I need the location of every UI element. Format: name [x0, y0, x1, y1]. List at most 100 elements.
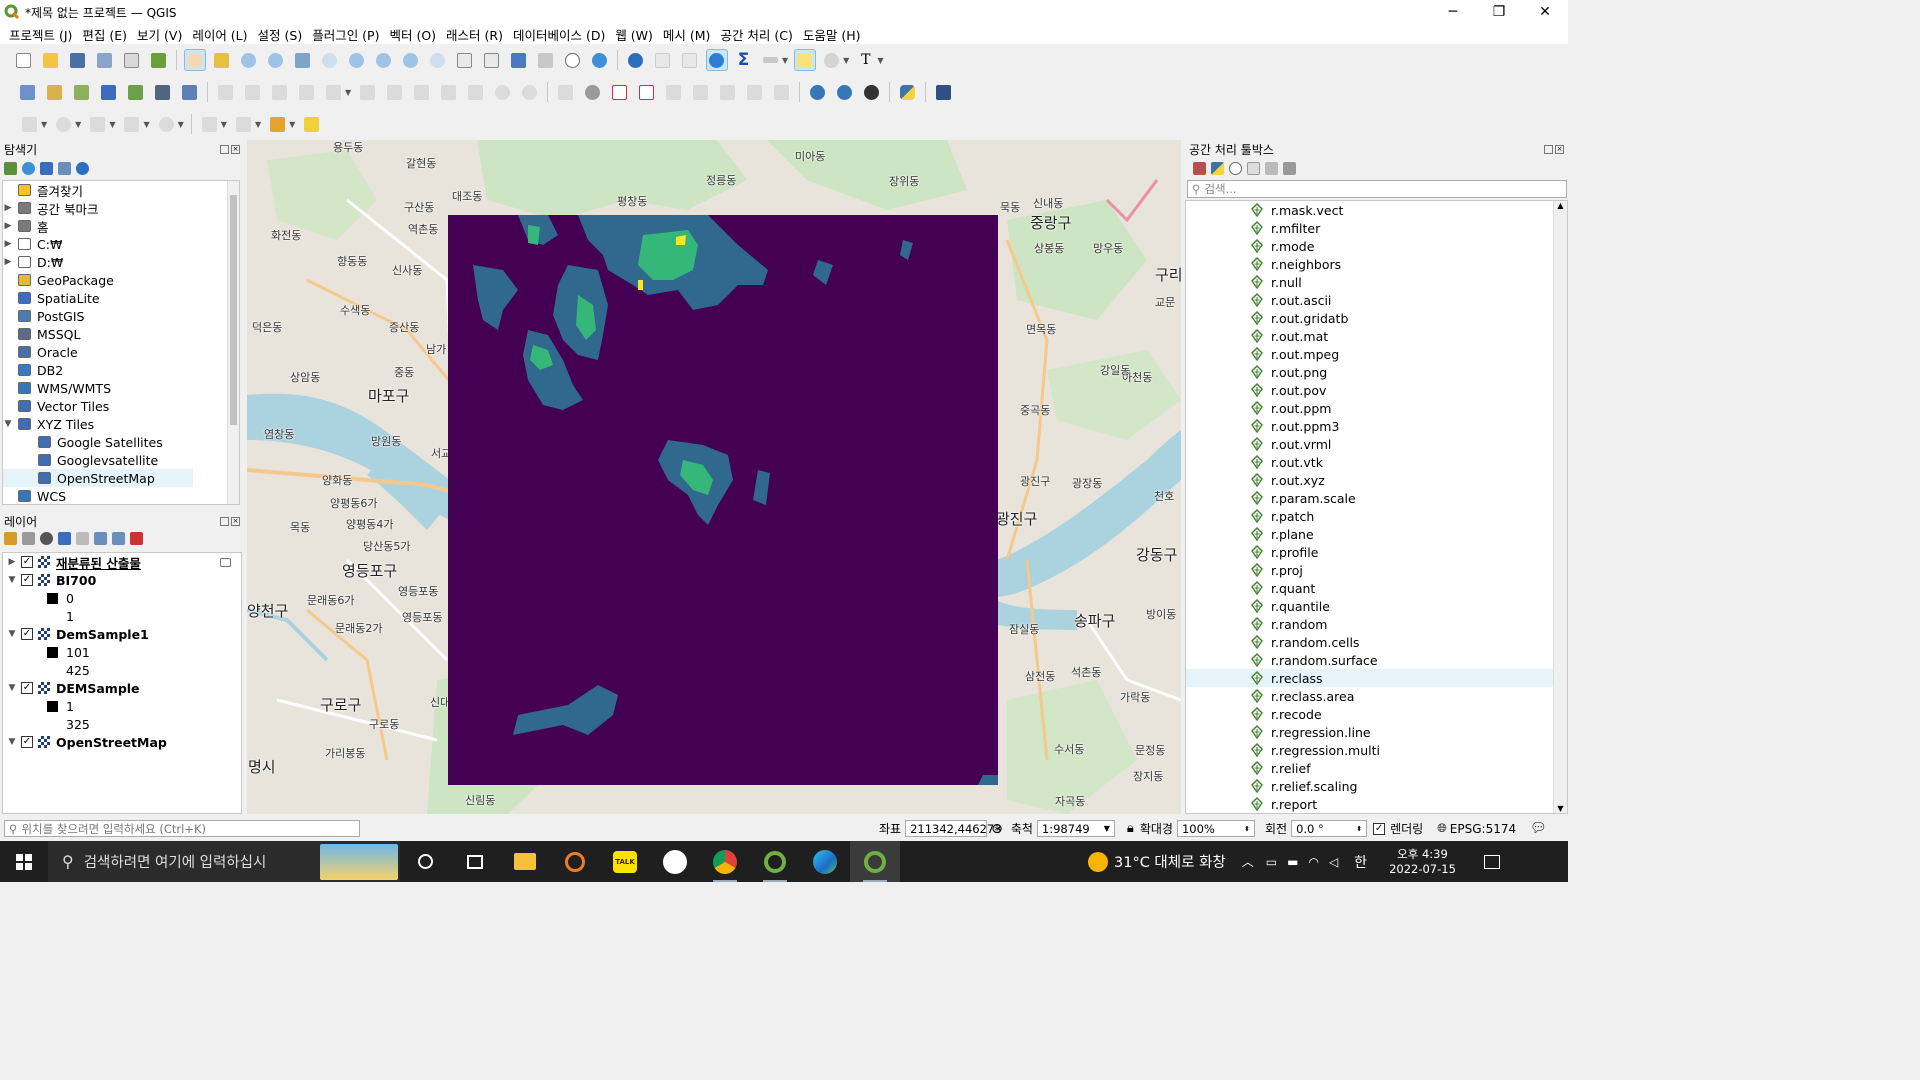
python-console-button[interactable]	[897, 81, 919, 103]
move-label-button[interactable]	[690, 81, 712, 103]
zoom-native-button[interactable]	[373, 49, 395, 71]
select-by-location-button[interactable]	[821, 49, 843, 71]
algorithm-item[interactable]: r.random.cells	[1186, 633, 1567, 651]
rotation-spinbox[interactable]: 0.0 ° ⬍	[1291, 820, 1368, 837]
algorithm-item[interactable]: r.plane	[1186, 525, 1567, 543]
algorithm-item[interactable]: r.regression.line	[1186, 723, 1567, 741]
scrollbar-thumb[interactable]	[230, 195, 237, 425]
identify-button[interactable]	[625, 49, 647, 71]
algorithm-item[interactable]: r.mode	[1186, 237, 1567, 255]
manage-themes-icon[interactable]	[40, 531, 53, 545]
algorithm-item[interactable]: r.neighbors	[1186, 255, 1567, 273]
zoom-out-button[interactable]	[265, 49, 287, 71]
chevron-right-icon[interactable]: ▶	[3, 203, 13, 213]
browser-item[interactable]: ▶ 홈	[3, 217, 239, 235]
new-spatialite-button[interactable]	[98, 81, 120, 103]
help-button[interactable]	[933, 81, 955, 103]
scroll-up-icon[interactable]: ▲	[1554, 201, 1567, 210]
temporal-controller-button[interactable]	[562, 49, 584, 71]
algorithm-item[interactable]: r.regression.multi	[1186, 741, 1567, 759]
task-view-button[interactable]	[450, 841, 500, 882]
qgis-taskbar-2[interactable]	[850, 841, 900, 882]
virtual-layer-button[interactable]	[179, 81, 201, 103]
layer-indicator-icon[interactable]	[220, 557, 231, 567]
annotation-button[interactable]	[301, 113, 323, 135]
layer-visibility-checkbox[interactable]: ✓	[21, 682, 33, 694]
pan-map-button[interactable]	[183, 49, 206, 71]
scripts-icon[interactable]	[1211, 161, 1224, 175]
algorithm-item[interactable]: r.report	[1186, 795, 1567, 813]
layer-diagram-button[interactable]	[582, 81, 604, 103]
algorithm-item[interactable]: r.out.pov	[1186, 381, 1567, 399]
browser-item[interactable]: ▶ 공간 북마크	[3, 199, 239, 217]
layer-item[interactable]: ▼ ✓ DemSample1	[3, 625, 241, 643]
chevron-right-icon[interactable]: ▶	[3, 221, 13, 231]
menu-view[interactable]: 보기 (V)	[137, 25, 182, 44]
undo-button[interactable]	[492, 81, 514, 103]
toolbox-scrollbar[interactable]: ▲ ▼	[1553, 201, 1567, 813]
new-shapefile-button[interactable]	[71, 81, 93, 103]
menu-database[interactable]: 데이터베이스 (D)	[513, 25, 605, 44]
copy-features-button[interactable]	[438, 81, 460, 103]
algorithm-item[interactable]: r.reclass.area	[1186, 687, 1567, 705]
toggle-editing-button[interactable]	[242, 81, 264, 103]
filter-icon[interactable]	[40, 161, 53, 175]
current-edits-button[interactable]	[215, 81, 237, 103]
scale-combobox[interactable]: 1:98749 ▼	[1036, 820, 1115, 837]
new-temp-layer-button[interactable]	[152, 81, 174, 103]
toolbox-search-input[interactable]: ⚲ 검색...	[1187, 180, 1567, 198]
new-bookmark-button[interactable]	[508, 49, 530, 71]
filter-expression-icon[interactable]	[76, 531, 89, 545]
highlight-pinned-labels-button[interactable]	[609, 81, 631, 103]
network-icon[interactable]: ▭	[1266, 855, 1277, 869]
ime-indicator[interactable]: 한	[1354, 852, 1367, 872]
chevron-up-icon[interactable]: ︿	[1242, 853, 1254, 870]
select-location-button[interactable]	[155, 113, 177, 135]
style-panel-icon[interactable]	[4, 531, 17, 545]
notification-icon[interactable]	[1483, 854, 1500, 869]
menu-layer[interactable]: 레이어 (L)	[192, 25, 247, 44]
history-icon[interactable]	[1229, 161, 1242, 175]
browser-item[interactable]: GeoPackage	[3, 271, 239, 289]
pan-to-selection-button[interactable]	[211, 49, 233, 71]
algorithm-item[interactable]: r.out.png	[1186, 363, 1567, 381]
browser-item[interactable]: WCS	[3, 487, 239, 504]
zoom-in-button[interactable]	[238, 49, 260, 71]
attribute-form-button[interactable]	[198, 113, 220, 135]
zoom-layer-button[interactable]	[346, 49, 368, 71]
start-button[interactable]	[0, 841, 48, 882]
open-attribute-table-button[interactable]	[652, 49, 674, 71]
modify-attributes-button[interactable]	[357, 81, 379, 103]
lock-icon[interactable]: 🔒︎	[1127, 821, 1134, 836]
menu-processing[interactable]: 공간 처리 (C)	[720, 25, 792, 44]
new-geopackage-button[interactable]	[44, 81, 66, 103]
collapse-all-icon[interactable]	[112, 531, 125, 545]
chevron-right-icon[interactable]: ▶	[3, 257, 13, 267]
app-taskbar-orange[interactable]	[550, 841, 600, 882]
remove-layer-icon[interactable]	[130, 531, 143, 545]
expand-all-icon[interactable]	[94, 531, 107, 545]
zoom-full-button[interactable]	[292, 49, 314, 71]
chevron-down-icon[interactable]: ▼	[7, 683, 17, 693]
layer-visibility-checkbox[interactable]: ✓	[21, 556, 33, 568]
layer-item[interactable]: ▼ ✓ BI700	[3, 571, 241, 589]
models-icon[interactable]	[1193, 161, 1206, 175]
text-annotation-button[interactable]: T	[855, 49, 877, 71]
rotate-label-button[interactable]	[717, 81, 739, 103]
layer-labeling-button[interactable]	[555, 81, 577, 103]
taskbar-search-box[interactable]: ⚲ 검색하려면 여기에 입력하십시	[48, 841, 400, 882]
vertex-tool-button[interactable]	[323, 81, 345, 103]
quickmapservices-button[interactable]	[807, 81, 829, 103]
chevron-down-icon[interactable]: ▼	[7, 629, 17, 639]
deselect-button[interactable]	[87, 113, 109, 135]
field-calculator-button[interactable]	[679, 49, 701, 71]
algorithm-item[interactable]: r.patch	[1186, 507, 1567, 525]
chevron-down-icon[interactable]: ▼	[7, 575, 17, 585]
select-all-button[interactable]	[121, 113, 143, 135]
redo-button[interactable]	[519, 81, 541, 103]
menu-project[interactable]: 프로젝트 (J)	[9, 25, 72, 44]
menu-help[interactable]: 도움말 (H)	[803, 25, 861, 44]
refresh-icon[interactable]	[22, 161, 35, 175]
browser-item[interactable]: PostGIS	[3, 307, 239, 325]
locator-input[interactable]: ⚲ 위치를 찾으려면 입력하세요 (Ctrl+K)	[4, 820, 360, 837]
